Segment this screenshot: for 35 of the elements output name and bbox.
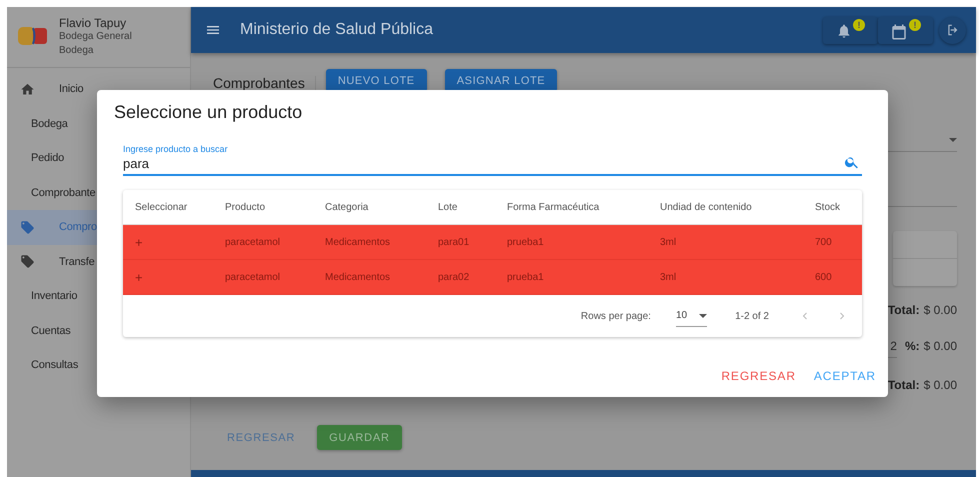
table-cell-text: prueba1	[507, 236, 545, 248]
table-cell-text: 3ml	[660, 272, 678, 282]
user-role: Bodega	[59, 44, 94, 58]
column-header: Lote	[438, 202, 458, 212]
field-label: Ingrese producto a buscar	[123, 144, 228, 154]
page-range: 1-2 of 2	[735, 310, 769, 322]
table-cell-text: prueba1	[507, 272, 545, 282]
table-cell-text: para01	[438, 236, 470, 248]
alert-badge: !	[853, 18, 865, 30]
rows-per-page-label: Rows per page:	[580, 310, 651, 322]
total-value: $ 0.00	[924, 378, 957, 392]
column-header: Forma Farmacéutica	[507, 202, 600, 212]
user-location: Bodega General	[59, 30, 132, 44]
table-cell-text: Medicamentos	[325, 272, 392, 282]
column-header: Producto	[225, 202, 266, 212]
alert-badge: !	[909, 18, 921, 30]
table-cell-text: Medicamentos	[325, 236, 392, 248]
column-header: Categoria	[325, 202, 370, 212]
column-header: Undiad de contenido	[660, 202, 753, 212]
total-value: $ 0.00	[924, 339, 957, 353]
total-value: $ 0.00	[924, 303, 957, 317]
total-label: Total:	[888, 303, 920, 317]
total-label: Total:	[888, 378, 920, 392]
user-name: Flavio Tapuy	[59, 16, 128, 30]
app-title: Ministerio de Salud Pública	[240, 21, 434, 39]
table-cell-text: 600	[815, 272, 833, 282]
table-cell-text: 3ml	[660, 236, 678, 248]
dialog-title: Seleccione un producto	[114, 102, 304, 123]
column-header: Seleccionar	[134, 202, 188, 212]
table-cell-text: 700	[815, 236, 833, 248]
table-cell-text: para02	[438, 272, 470, 282]
table-cell-text: paracetamol	[225, 236, 282, 248]
total-label: %:	[904, 339, 920, 353]
table-cell-text: paracetamol	[225, 272, 282, 282]
column-header: Stock	[815, 202, 842, 212]
